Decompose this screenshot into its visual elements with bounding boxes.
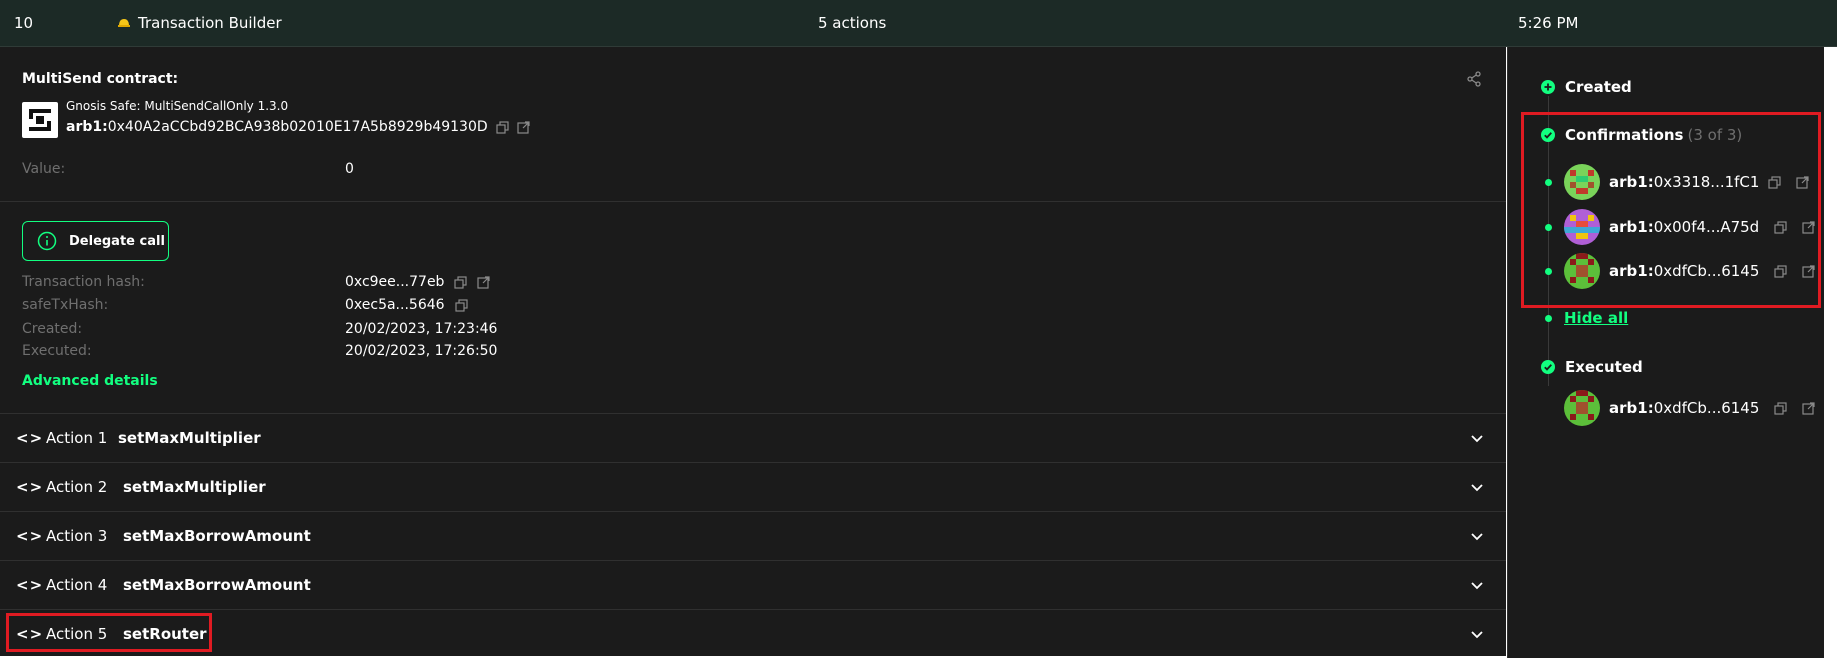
value-label: Value: [22,161,66,177]
action-5-highlight [6,613,212,652]
executed-value: 20/02/2023, 17:26:50 [345,343,498,359]
value-amount: 0 [345,161,354,177]
action-row-2[interactable]: <> Action 2 setMaxMultiplier [0,462,1506,511]
action-row-5[interactable]: <> Action 5 setRouter [0,609,1506,658]
created-value: 20/02/2023, 17:23:46 [345,321,498,337]
code-icon: <> [16,527,44,545]
helmet-icon [118,19,130,27]
chain-prefix: arb1: [1609,399,1654,417]
code-icon: <> [16,478,44,496]
share-icon[interactable] [1466,71,1482,87]
timeline-dot [1545,315,1552,322]
tx-actions-count: 5 actions [818,14,887,32]
info-icon [37,231,57,251]
executor-avatar [1564,390,1600,426]
chevron-down-icon[interactable] [1470,431,1484,445]
copy-icon[interactable] [454,298,468,312]
safe-tx-hash-value: 0xec5a...5646 [345,297,445,313]
action-method: setMaxBorrowAmount [123,576,311,594]
hide-all-button[interactable]: Hide all [1564,309,1628,327]
action-label: Action 3 [46,527,108,545]
action-method: setMaxMultiplier [123,478,266,496]
contract-name: Gnosis Safe: MultiSendCallOnly 1.3.0 [66,99,289,113]
step-executed: Executed [1541,358,1643,376]
external-link-icon[interactable] [517,120,530,134]
copy-icon[interactable] [1774,401,1788,415]
plus-circle-icon [1541,80,1555,94]
executed-label: Executed: [22,343,92,359]
multisend-title: MultiSend contract: [22,71,179,87]
section-divider [0,201,1506,202]
external-link-icon[interactable] [477,275,491,289]
action-row-3[interactable]: <> Action 3 setMaxBorrowAmount [0,511,1506,560]
action-label: Action 1 [46,429,108,447]
tx-app: Transaction Builder [118,14,282,32]
step-created: Created [1541,78,1632,96]
step-created-label: Created [1565,78,1632,96]
executor-address: 0xdfCb...6145 [1653,399,1760,417]
copy-icon[interactable] [496,120,509,134]
contract-identicon [29,109,51,131]
safe-tx-hash: 0xec5a...5646 [345,297,468,313]
safe-tx-hash-label: safeTxHash: [22,297,109,313]
chevron-down-icon[interactable] [1470,578,1484,592]
code-icon: <> [16,576,44,594]
copy-icon[interactable] [454,275,468,289]
action-row-1[interactable]: <> Action 1 setMaxMultiplier [0,413,1506,462]
contract-logo [22,102,58,138]
action-method: setMaxMultiplier [118,429,261,447]
action-method: setMaxBorrowAmount [123,527,311,545]
advanced-details-link[interactable]: Advanced details [22,373,158,389]
contract-address-value: 0x40A2aCCbd92BCA938b02010E17A5b8929b4913… [107,119,488,135]
confirmations-highlight [1521,112,1821,308]
tx-nonce: 10 [14,14,34,32]
contract-address: arb1:0x40A2aCCbd92BCA938b02010E17A5b8929… [66,119,530,135]
tx-app-name: Transaction Builder [138,14,282,32]
action-label: Action 4 [46,576,108,594]
tx-time: 5:26 PM [1518,14,1579,32]
action-row-4[interactable]: <> Action 4 setMaxBorrowAmount [0,560,1506,609]
code-icon: <> [16,429,44,447]
action-label: Action 2 [46,478,108,496]
tx-hash: 0xc9ee...77eb [345,274,491,290]
step-executed-label: Executed [1565,358,1643,376]
transaction-summary-bar[interactable]: 10 Transaction Builder 5 actions 5:26 PM [0,0,1837,47]
chevron-down-icon[interactable] [1470,480,1484,494]
external-link-icon[interactable] [1802,401,1816,415]
chevron-down-icon[interactable] [1470,529,1484,543]
tx-hash-label: Transaction hash: [22,274,145,290]
check-circle-icon [1541,360,1555,374]
created-label: Created: [22,321,83,337]
delegate-call-badge: Delegate call [22,221,169,261]
chevron-down-icon[interactable] [1470,627,1484,641]
tx-hash-value: 0xc9ee...77eb [345,274,445,290]
delegate-call-label: Delegate call [69,233,165,249]
chain-prefix: arb1: [66,119,108,135]
executor: arb1:0xdfCb...6145 [1564,390,1816,426]
